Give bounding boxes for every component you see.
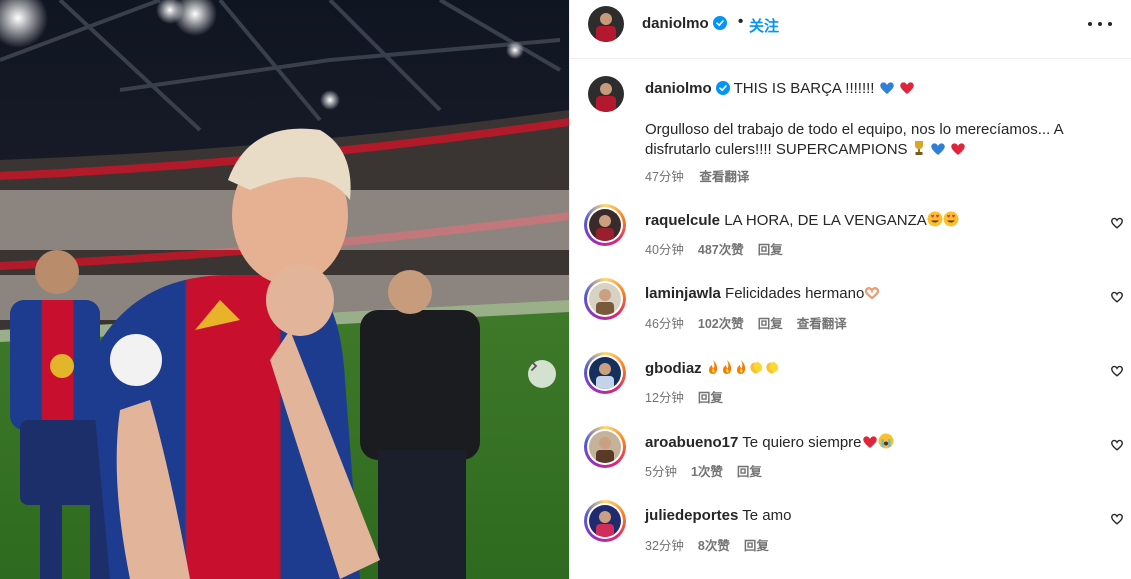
comment-reply-button[interactable]: 回复 [698,391,723,405]
comment-line: gbodiaz [645,359,780,377]
comment-line: laminjawla Felicidades hermano [645,285,880,302]
story-ring-avatar[interactable] [584,278,626,320]
trophy-icon [914,141,923,155]
comment-translate-button[interactable]: 查看翻译 [797,317,847,331]
follow-button[interactable]: 关注 [749,15,779,36]
comment-likes[interactable]: 102次赞 [698,317,744,331]
comment-item: juliedeportes Te amo 32分钟 8次赞 回复 [584,500,1124,562]
header-username-text[interactable]: daniolmo [642,15,709,32]
header-username[interactable]: daniolmo [642,15,727,32]
comment-reply-button[interactable]: 回复 [744,539,769,553]
comment-text: Te quiero siempre [742,434,862,451]
more-options-icon[interactable] [1088,17,1112,31]
comment-meta: 40分钟 487次赞 回复 [645,239,797,258]
comment-meta: 5分钟 1次赞 回复 [645,461,776,480]
next-slide-button[interactable] [528,360,556,388]
story-ring-avatar[interactable] [584,426,626,468]
caption-title-line: daniolmo THIS IS BARÇA !!!!!!! [645,80,915,97]
blue-heart-icon [931,143,945,155]
photo-illustration [0,0,569,579]
heart-outline-icon[interactable] [1110,512,1124,526]
story-ring-avatar[interactable] [584,352,626,394]
fire-icon [706,360,720,377]
comment-item: gbodiaz 12分钟 回复 [584,352,1124,414]
post-photo[interactable] [0,0,569,579]
comment-username[interactable]: aroabueno17 [645,434,738,451]
avatar-image [589,431,621,463]
post-side-panel: daniolmo • 关注 daniolmo THIS IS BARÇA !!!… [569,0,1131,579]
fire-icon [734,360,748,377]
caption-username[interactable]: daniolmo [645,80,712,97]
comment-line: juliedeportes Te amo [645,507,791,524]
comment-likes[interactable]: 8次赞 [698,539,730,553]
comment-meta: 46分钟 102次赞 回复 查看翻译 [645,313,861,332]
avatar-image [588,6,624,42]
crying-face-icon [878,433,894,451]
heart-eyes-icon [927,211,943,229]
comment-item: raquelcule LA HORA, DE LA VENGANZA 40分钟 48… [584,204,1124,266]
comment-username[interactable]: juliedeportes [645,507,738,524]
comment-time: 5分钟 [645,465,677,479]
red-heart-icon [951,143,965,155]
comment-line: aroabueno17 Te quiero siempre [645,433,894,451]
verified-badge-icon [712,16,727,30]
avatar-image [589,209,621,241]
comment-reply-button[interactable]: 回复 [737,465,762,479]
heart-hands-icon [864,285,880,302]
comment-text: LA HORA, DE LA VENGANZA [724,212,927,229]
comment-item: laminjawla Felicidades hermano 46分钟 102次赞回… [584,278,1124,340]
comment-meta: 12分钟 回复 [645,387,737,406]
comment-time: 46分钟 [645,317,684,331]
comment-line: raquelcule LA HORA, DE LA VENGANZA [645,211,959,229]
comment-likes[interactable]: 1次赞 [691,465,723,479]
avatar-image [589,357,621,389]
comment-reply-button[interactable]: 回复 [758,243,783,257]
heart-outline-icon[interactable] [1110,290,1124,304]
heart-outline-icon[interactable] [1110,364,1124,378]
clap-icon [748,360,764,377]
fire-icon [720,360,734,377]
caption-time: 47分钟 [645,170,684,184]
avatar-image [589,283,621,315]
red-heart-icon [862,434,878,451]
instagram-post: daniolmo • 关注 daniolmo THIS IS BARÇA !!!… [0,0,1131,579]
comment-text: Felicidades hermano [725,285,865,302]
heart-outline-icon[interactable] [1110,438,1124,452]
post-header: daniolmo • 关注 [570,0,1131,59]
comment-username[interactable]: raquelcule [645,212,720,229]
comment-time: 40分钟 [645,243,684,257]
comment-meta: 32分钟 8次赞 回复 [645,535,783,554]
comment-username[interactable]: gbodiaz [645,360,702,377]
caption-title: THIS IS BARÇA !!!!!!! [733,80,875,97]
caption-text: Orgulloso del trabajo de todo el equipo,… [645,121,1063,158]
comment-time: 12分钟 [645,391,684,405]
heart-outline-icon[interactable] [1110,216,1124,230]
heart-eyes-icon [943,211,959,229]
comment-time: 32分钟 [645,539,684,553]
caption-avatar[interactable] [588,76,624,112]
comment-username[interactable]: laminjawla [645,285,721,302]
header-separator: • [738,13,744,30]
comment-text: Te amo [742,507,792,524]
comment-reply-button[interactable]: 回复 [758,317,783,331]
caption-translate-button[interactable]: 查看翻译 [699,170,749,184]
comment-item: aroabueno17 Te quiero siempre 5分钟 1次赞 回复 [584,426,1124,488]
avatar-image [589,505,621,537]
chevron-right-icon [531,361,538,371]
avatar-image [588,76,624,112]
story-ring-avatar[interactable] [584,500,626,542]
story-ring-avatar[interactable] [584,204,626,246]
clap-icon [764,360,780,377]
author-avatar[interactable] [588,6,624,42]
verified-badge-icon [715,81,730,95]
blue-heart-icon [879,82,894,94]
red-heart-icon [900,82,914,94]
caption-body: Orgulloso del trabajo de todo el equipo,… [645,120,1095,160]
caption-meta: 47分钟 查看翻译 [645,166,761,185]
comment-likes[interactable]: 487次赞 [698,243,744,257]
